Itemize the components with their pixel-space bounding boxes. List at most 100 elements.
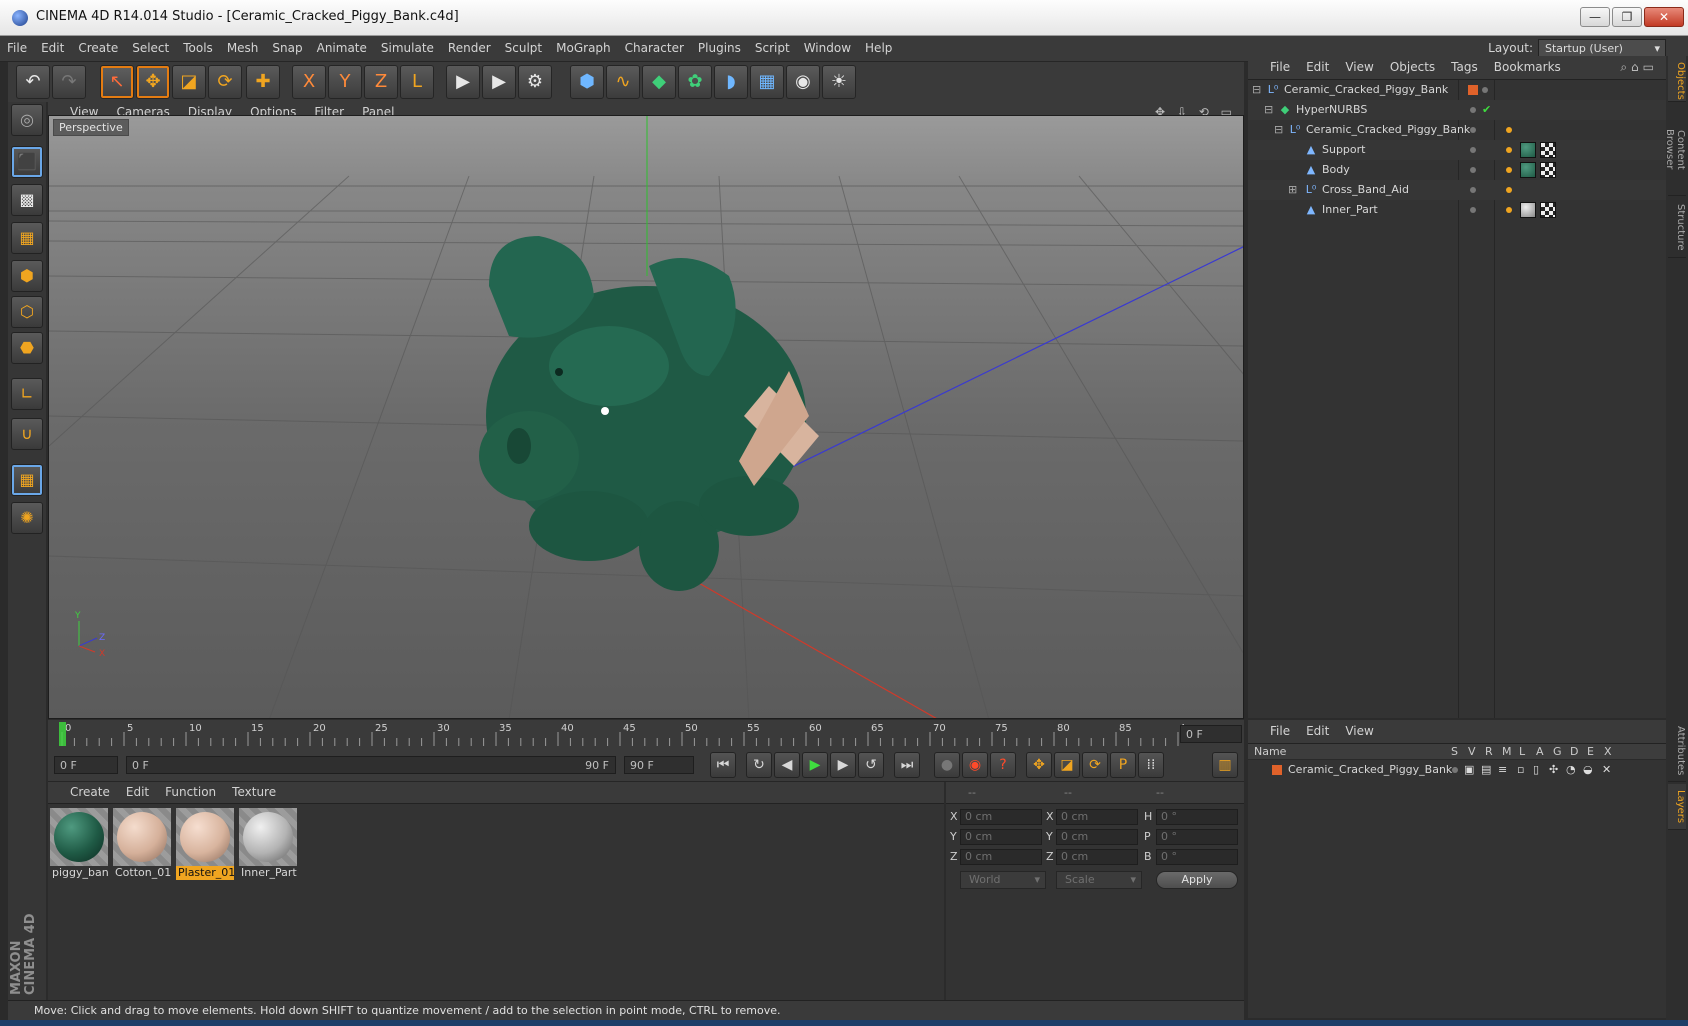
timeline-window-button[interactable]: ▥: [1212, 752, 1238, 778]
texture-mode-button[interactable]: ▩: [11, 184, 43, 216]
keyframe-selection-button[interactable]: ?: [990, 752, 1016, 778]
z-axis-button[interactable]: Z: [364, 65, 398, 99]
make-editable-button[interactable]: ◎: [11, 104, 43, 136]
menu-render[interactable]: Render: [441, 36, 498, 60]
deformer-toggle-icon[interactable]: ◔: [1566, 760, 1576, 780]
visibility-dot[interactable]: [1482, 87, 1488, 93]
pos-x-field[interactable]: 0 cm: [960, 809, 1042, 825]
object-row[interactable]: ⊞ L⁰ Cross_Band_Aid: [1248, 180, 1666, 200]
add-floor-button[interactable]: ▦: [750, 65, 784, 99]
visibility-dot[interactable]: [1470, 167, 1476, 173]
size-z-field[interactable]: 0 cm: [1056, 849, 1138, 865]
add-cube-button[interactable]: ⬢: [570, 65, 604, 99]
add-nurbs-button[interactable]: ◆: [642, 65, 676, 99]
material-tag[interactable]: [1520, 142, 1536, 158]
rot-b-field[interactable]: 0 °: [1156, 849, 1238, 865]
y-axis-button[interactable]: Y: [328, 65, 362, 99]
tag-dot[interactable]: [1506, 167, 1512, 173]
objects-menu-tags[interactable]: Tags: [1443, 56, 1486, 78]
expand-icon[interactable]: ⊟: [1264, 100, 1273, 120]
tag-dot[interactable]: [1506, 147, 1512, 153]
previous-key-button[interactable]: ↻: [746, 752, 772, 778]
column-generators[interactable]: G: [1553, 745, 1562, 758]
column-view[interactable]: V: [1468, 745, 1476, 758]
go-to-start-button[interactable]: ⏮: [710, 752, 736, 778]
redo-button[interactable]: ↷: [52, 65, 86, 99]
column-xref[interactable]: X: [1604, 745, 1612, 758]
layer-color-swatch[interactable]: [1272, 765, 1282, 775]
lock-icon[interactable]: ▫: [1517, 760, 1524, 780]
menu-mograph[interactable]: MoGraph: [549, 36, 618, 60]
xref-toggle-icon[interactable]: ✕: [1602, 760, 1611, 780]
visibility-dot[interactable]: [1470, 187, 1476, 193]
minimize-button[interactable]: —: [1580, 7, 1610, 27]
close-button[interactable]: ✕: [1644, 7, 1684, 27]
generator-toggle-icon[interactable]: ✣: [1549, 760, 1558, 780]
next-frame-button[interactable]: ▶: [830, 752, 856, 778]
manager-toggle-icon[interactable]: ≡: [1498, 760, 1507, 780]
axis-mode-button[interactable]: ∟: [11, 378, 43, 410]
layer-row[interactable]: Ceramic_Cracked_Piggy_Bank ▣ ▤ ≡ ▫ ▯ ✣ ◔…: [1248, 760, 1666, 780]
add-spline-button[interactable]: ∿: [606, 65, 640, 99]
material-menu-create[interactable]: Create: [48, 782, 118, 802]
tab-layers[interactable]: Layers: [1668, 784, 1686, 830]
search-icon[interactable]: ⌕⌂▭: [1620, 60, 1658, 75]
coordinate-system-button[interactable]: L: [400, 65, 434, 99]
menu-edit[interactable]: Edit: [34, 36, 71, 60]
check-icon[interactable]: ✔: [1482, 100, 1491, 120]
tag-dot[interactable]: [1506, 127, 1512, 133]
object-row[interactable]: ▲ Inner_Part: [1248, 200, 1666, 220]
add-deformer-button[interactable]: ◗: [714, 65, 748, 99]
key-scale-button[interactable]: ◪: [1054, 752, 1080, 778]
uvw-tag[interactable]: [1540, 162, 1556, 178]
expand-icon[interactable]: ⊟: [1274, 120, 1283, 140]
menu-select[interactable]: Select: [125, 36, 176, 60]
pos-y-field[interactable]: 0 cm: [960, 829, 1042, 845]
start-frame-field[interactable]: 0 F: [54, 756, 118, 774]
object-row[interactable]: ⊟ L⁰ Ceramic_Cracked_Piggy_Bank: [1248, 80, 1666, 100]
view-toggle-icon[interactable]: ▣: [1464, 760, 1474, 780]
size-y-field[interactable]: 0 cm: [1056, 829, 1138, 845]
playhead[interactable]: [59, 722, 66, 746]
rot-p-field[interactable]: 0 °: [1156, 829, 1238, 845]
column-name[interactable]: Name: [1254, 745, 1286, 758]
apply-button[interactable]: Apply: [1156, 871, 1238, 889]
tab-attributes[interactable]: Attributes: [1668, 720, 1686, 782]
object-row[interactable]: ▲ Body: [1248, 160, 1666, 180]
polygons-mode-button[interactable]: ⬣: [11, 332, 43, 364]
tab-objects[interactable]: Objects: [1668, 56, 1686, 102]
menu-window[interactable]: Window: [797, 36, 858, 60]
layers-menu-view[interactable]: View: [1337, 720, 1381, 742]
material-swatch[interactable]: Plaster_01: [176, 808, 234, 880]
column-render[interactable]: R: [1485, 745, 1493, 758]
objects-menu-edit[interactable]: Edit: [1298, 56, 1337, 78]
menu-script[interactable]: Script: [748, 36, 797, 60]
material-menu-edit[interactable]: Edit: [118, 782, 157, 802]
material-tag[interactable]: [1520, 202, 1536, 218]
menu-help[interactable]: Help: [858, 36, 899, 60]
objects-menu-view[interactable]: View: [1337, 56, 1381, 78]
column-solo[interactable]: S: [1451, 745, 1458, 758]
render-toggle-icon[interactable]: ▤: [1481, 760, 1491, 780]
soft-selection-button[interactable]: ✺: [11, 502, 43, 534]
coordinate-mode-select[interactable]: World ▾: [960, 871, 1046, 889]
menu-character[interactable]: Character: [618, 36, 691, 60]
menu-create[interactable]: Create: [71, 36, 125, 60]
restore-button[interactable]: ❐: [1612, 7, 1642, 27]
solo-toggle-icon[interactable]: [1452, 767, 1458, 773]
end-frame-field[interactable]: 90 F: [624, 756, 694, 774]
layers-menu-file[interactable]: File: [1248, 720, 1298, 742]
render-settings-button[interactable]: ⚙: [518, 65, 552, 99]
snap-button[interactable]: ∪: [11, 418, 43, 450]
material-tag[interactable]: [1520, 162, 1536, 178]
objects-menu-file[interactable]: File: [1248, 56, 1298, 78]
menu-mesh[interactable]: Mesh: [220, 36, 266, 60]
material-swatch[interactable]: piggy_bani: [50, 808, 108, 880]
edges-mode-button[interactable]: ⬡: [11, 296, 43, 328]
menu-plugins[interactable]: Plugins: [691, 36, 748, 60]
current-frame-field[interactable]: 0 F: [1180, 725, 1242, 743]
material-swatch[interactable]: Inner_Part: [239, 808, 297, 880]
autokey-button[interactable]: ◉: [962, 752, 988, 778]
play-button[interactable]: ▶: [802, 752, 828, 778]
menu-snap[interactable]: Snap: [265, 36, 309, 60]
